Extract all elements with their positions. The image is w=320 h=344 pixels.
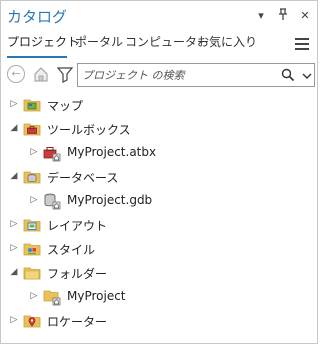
folder-connection-icon xyxy=(23,264,41,282)
tree-item-styles[interactable]: ▷ スタイル xyxy=(1,237,317,261)
tree-item-locators[interactable]: ▷ ロケーター xyxy=(1,309,317,333)
tree-item-layouts[interactable]: ▷ レイアウト xyxy=(1,213,317,237)
hamburger-menu-icon[interactable] xyxy=(295,38,309,50)
geodatabase-icon xyxy=(43,192,61,210)
titlebar-controls: ▾ ✕ xyxy=(255,8,311,23)
collapse-arrow-icon[interactable]: ◢ xyxy=(9,123,19,133)
search-icon[interactable] xyxy=(281,68,295,82)
expand-arrow-icon[interactable]: ▷ xyxy=(9,99,19,109)
expand-arrow-icon[interactable]: ▷ xyxy=(29,195,39,205)
tree-item-label: レイアウト xyxy=(47,219,108,233)
catalog-pane: カタログ ▾ ✕ プロジェクト ポータル コンピューター お気に入り ← プロジ… xyxy=(0,0,318,344)
tree-item-databases[interactable]: ◢ データベース xyxy=(1,165,317,189)
pane-titlebar: カタログ ▾ ✕ xyxy=(1,1,317,31)
expand-arrow-icon[interactable]: ▷ xyxy=(29,147,39,157)
home-icon[interactable] xyxy=(32,64,50,84)
locator-folder-icon xyxy=(23,312,41,330)
catalog-tabs: プロジェクト ポータル コンピューター お気に入り xyxy=(1,33,317,58)
tree-item-label: MyProject.gdb xyxy=(67,193,153,207)
toolbox-icon xyxy=(43,144,61,162)
toolbox-folder-icon xyxy=(23,120,41,138)
layout-folder-icon xyxy=(23,216,41,234)
search-box xyxy=(77,63,315,87)
expand-arrow-icon[interactable]: ▷ xyxy=(9,219,19,229)
tree-item-maps[interactable]: ▷ マップ xyxy=(1,93,317,117)
expand-arrow-icon[interactable]: ▷ xyxy=(9,315,19,325)
tree-item-toolboxes[interactable]: ◢ ツールボックス xyxy=(1,117,317,141)
expand-arrow-icon[interactable]: ▷ xyxy=(29,291,39,301)
database-folder-icon xyxy=(23,168,41,186)
tree-item-label: MyProject xyxy=(67,289,126,303)
search-dropdown-chevron-icon[interactable] xyxy=(302,70,312,80)
tree-item-geodatabase[interactable]: ▷ MyProject.gdb xyxy=(1,189,317,213)
active-tab-indicator xyxy=(7,56,67,58)
collapse-arrow-icon[interactable]: ◢ xyxy=(9,171,19,181)
pane-title: カタログ xyxy=(7,8,68,26)
style-folder-icon xyxy=(23,240,41,258)
search-input[interactable] xyxy=(82,67,272,83)
tree-item-label: スタイル xyxy=(47,243,96,257)
map-folder-icon xyxy=(23,96,41,114)
search-row: ← xyxy=(1,63,317,87)
back-arrow-icon[interactable]: ← xyxy=(7,65,25,83)
tab-portal[interactable]: ポータル xyxy=(75,33,123,50)
tree-item-toolbox-file[interactable]: ▷ MyProject.atbx xyxy=(1,141,317,165)
close-icon[interactable]: ✕ xyxy=(299,9,311,22)
tab-project[interactable]: プロジェクト xyxy=(7,33,79,50)
tree-item-label: ツールボックス xyxy=(47,123,131,137)
tree-item-label: フォルダー xyxy=(47,267,108,281)
pane-options-dropdown-icon[interactable]: ▾ xyxy=(255,9,267,22)
tree-item-label: MyProject.atbx xyxy=(67,145,157,159)
tree-item-label: ロケーター xyxy=(47,315,108,329)
home-folder-icon xyxy=(43,288,61,306)
expand-arrow-icon[interactable]: ▷ xyxy=(9,243,19,253)
tab-favorites[interactable]: お気に入り xyxy=(197,33,257,50)
tree-item-folders[interactable]: ◢ フォルダー xyxy=(1,261,317,285)
tree-item-label: データベース xyxy=(47,171,119,185)
collapse-arrow-icon[interactable]: ◢ xyxy=(9,267,19,277)
filter-icon[interactable] xyxy=(56,64,74,84)
tree-item-label: マップ xyxy=(47,99,84,113)
tree-item-project-folder[interactable]: ▷ MyProject xyxy=(1,285,317,309)
pin-icon[interactable] xyxy=(277,8,289,23)
